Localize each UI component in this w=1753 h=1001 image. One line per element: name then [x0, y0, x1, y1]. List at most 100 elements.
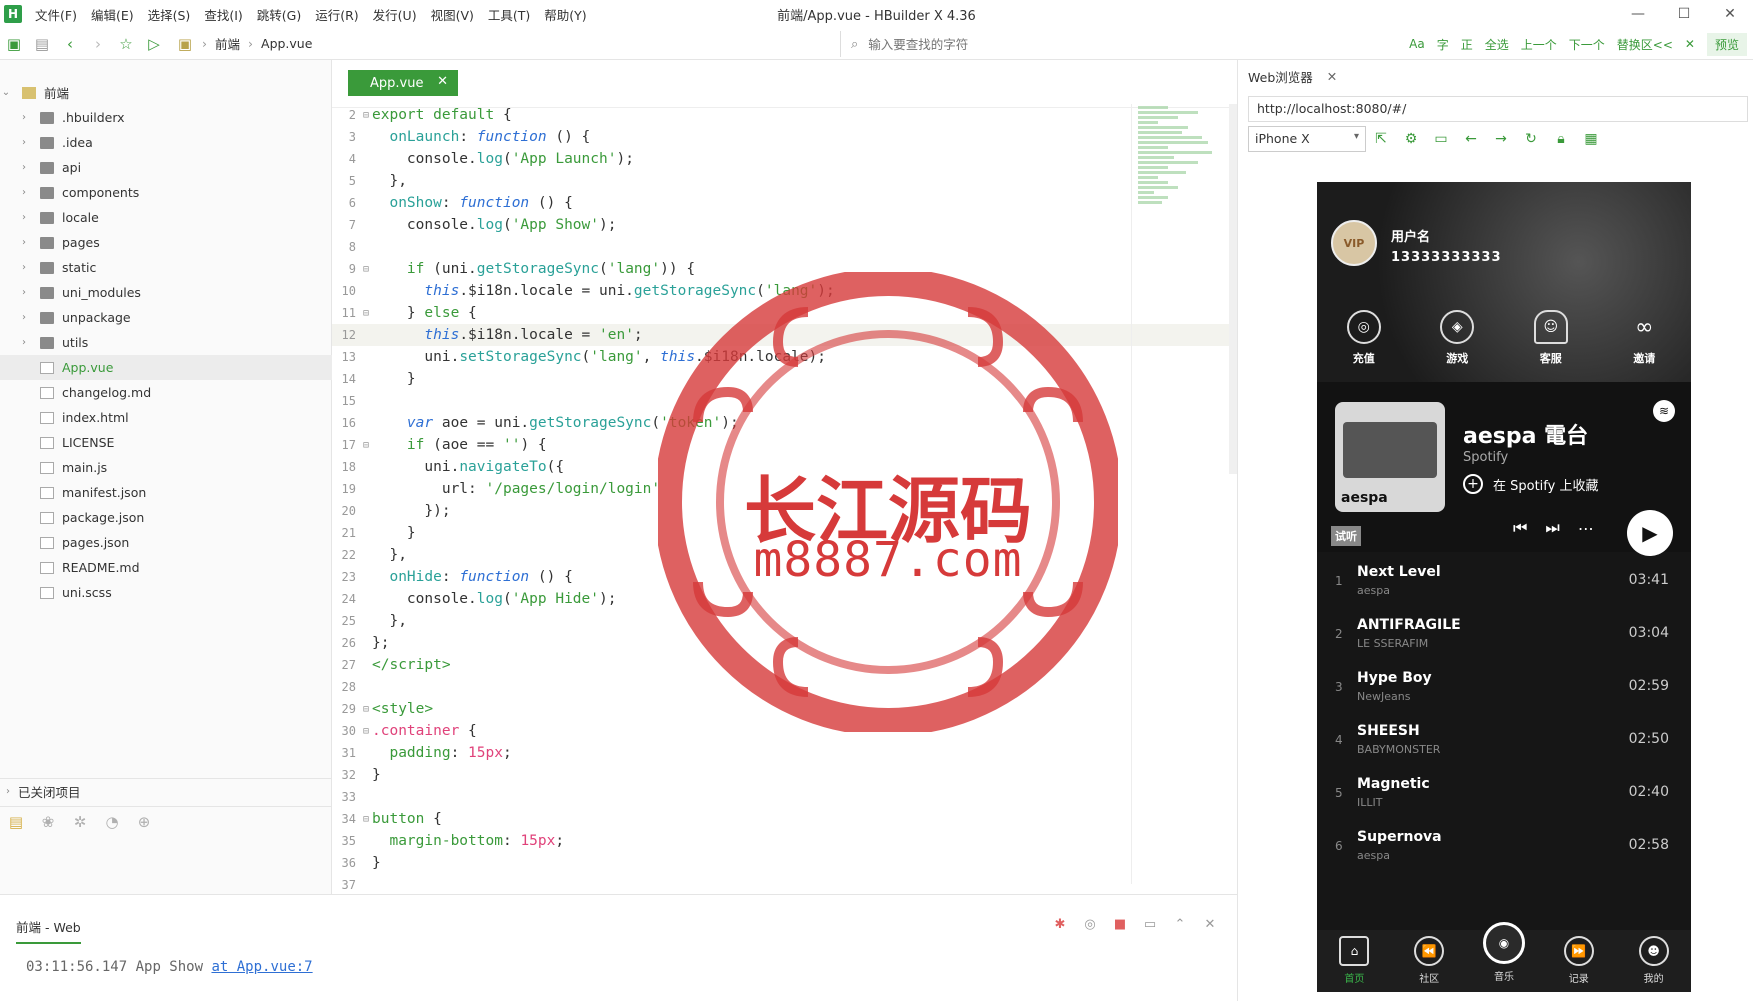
fold-toggle-icon[interactable]: ⊟: [360, 110, 372, 121]
code-line[interactable]: 27 </script>: [332, 654, 1237, 676]
tree-folder[interactable]: › pages: [0, 230, 332, 255]
minimap[interactable]: [1131, 104, 1237, 884]
explorer-icon[interactable]: ▤: [0, 813, 32, 831]
menu-edit[interactable]: 编辑(E): [84, 5, 141, 24]
menu-file[interactable]: 文件(F): [28, 5, 84, 24]
tab-app-vue[interactable]: App.vue ✕: [348, 70, 458, 96]
bug-icon[interactable]: ✱: [1045, 917, 1075, 932]
tab-records[interactable]: ⏩ 记录: [1549, 930, 1609, 992]
tree-file[interactable]: README.md: [0, 555, 332, 580]
tree-file[interactable]: package.json: [0, 505, 332, 530]
menu-select[interactable]: 选择(S): [141, 5, 198, 24]
find-close[interactable]: ✕: [1679, 37, 1701, 51]
menu-help[interactable]: 帮助(Y): [537, 5, 593, 24]
tree-file[interactable]: LICENSE: [0, 430, 332, 455]
tree-folder[interactable]: › .hbuilderx: [0, 105, 332, 130]
minimize-button[interactable]: —: [1615, 0, 1661, 28]
debug-icon[interactable]: ✲: [64, 813, 96, 831]
code-line[interactable]: 9 ⊟ if (uni.getStorageSync('lang')) {: [332, 258, 1237, 280]
code-line[interactable]: 30 ⊟ .container {: [332, 720, 1237, 742]
tab-music[interactable]: ◉ 音乐: [1474, 922, 1534, 992]
fold-toggle-icon[interactable]: ⊟: [360, 264, 372, 275]
track-row[interactable]: 2 ANTIFRAGILE LE SSERAFIM 03:04: [1317, 605, 1691, 658]
quick-recharge[interactable]: ◎ 充值: [1334, 310, 1394, 366]
find-option-regex[interactable]: 正: [1455, 36, 1479, 53]
tree-file[interactable]: uni.scss: [0, 580, 332, 605]
code-line[interactable]: 26};: [332, 632, 1237, 654]
plugin-icon[interactable]: ❀: [32, 813, 64, 831]
code-line[interactable]: 2 ⊟ export default {: [332, 104, 1237, 126]
close-tab-icon[interactable]: ✕: [437, 74, 448, 89]
tab-home[interactable]: ⌂ 首页: [1324, 930, 1384, 992]
maximize-button[interactable]: ☐: [1661, 0, 1707, 28]
code-line[interactable]: 6 onShow: function () {: [332, 192, 1237, 214]
close-button[interactable]: ✕: [1707, 0, 1753, 28]
code-line[interactable]: 31 padding: 15px;: [332, 742, 1237, 764]
tree-folder[interactable]: › uni_modules: [0, 280, 332, 305]
tab-community[interactable]: ⏪ 社区: [1399, 930, 1459, 992]
code-line[interactable]: 11 ⊟ } else {: [332, 302, 1237, 324]
quick-invite[interactable]: ∞ 邀请: [1614, 310, 1674, 366]
find-replace-toggle[interactable]: 替换区<<: [1611, 36, 1679, 53]
forward-icon[interactable]: ›: [84, 30, 112, 58]
avatar[interactable]: VIP: [1331, 220, 1377, 266]
devtools-icon[interactable]: ▭: [1426, 131, 1456, 147]
star-icon[interactable]: ☆: [112, 30, 140, 58]
track-row[interactable]: 4 SHEESH BABYMONSTER 02:50: [1317, 711, 1691, 764]
code-line[interactable]: 8: [332, 236, 1237, 258]
browser-tab[interactable]: Web浏览器 ✕: [1248, 64, 1337, 88]
qrcode-icon[interactable]: ▦: [1576, 131, 1606, 147]
tree-file[interactable]: App.vue: [0, 355, 332, 380]
collapse-icon[interactable]: ⌃: [1165, 917, 1195, 932]
save-icon[interactable]: ▤: [28, 30, 56, 58]
git-icon[interactable]: ◔: [96, 813, 128, 831]
code-line[interactable]: 19 url: '/pages/login/login': [332, 478, 1237, 500]
device-select[interactable]: iPhone X: [1248, 126, 1366, 152]
find-select-all[interactable]: 全选: [1479, 36, 1515, 53]
project-root[interactable]: ⌄ 前端: [0, 80, 332, 105]
track-row[interactable]: 6 Supernova aespa 02:58: [1317, 817, 1691, 870]
find-option-case[interactable]: Aa: [1403, 37, 1431, 51]
fold-toggle-icon[interactable]: ⊟: [360, 308, 372, 319]
code-line[interactable]: 15: [332, 390, 1237, 412]
tree-file[interactable]: index.html: [0, 405, 332, 430]
play-button[interactable]: ▶: [1627, 510, 1673, 556]
menu-run[interactable]: 运行(R): [308, 5, 365, 24]
more-icon[interactable]: ⋯: [1578, 519, 1594, 538]
fold-toggle-icon[interactable]: ⊟: [360, 726, 372, 737]
open-external-icon[interactable]: ⇱: [1366, 131, 1396, 147]
code-line[interactable]: 13 uni.setStorageSync('lang', this.$i18n…: [332, 346, 1237, 368]
close-browser-icon[interactable]: ✕: [1327, 69, 1337, 84]
code-line[interactable]: 36}: [332, 852, 1237, 874]
code-line[interactable]: 37: [332, 874, 1237, 896]
code-line[interactable]: 12 this.$i18n.locale = 'en';: [332, 324, 1237, 346]
preview-button[interactable]: 预览: [1706, 32, 1747, 56]
url-bar[interactable]: http://localhost:8080/#/: [1248, 96, 1748, 122]
editor-scrollbar[interactable]: [1229, 104, 1237, 474]
code-line[interactable]: 28: [332, 676, 1237, 698]
code-line[interactable]: 33: [332, 786, 1237, 808]
menu-view[interactable]: 视图(V): [424, 5, 481, 24]
tab-profile[interactable]: ☻ 我的: [1624, 930, 1684, 992]
code-line[interactable]: 14 }: [332, 368, 1237, 390]
code-line[interactable]: 21 }: [332, 522, 1237, 544]
cloud-icon[interactable]: ⊕: [128, 813, 160, 831]
refresh-icon[interactable]: ↻: [1516, 131, 1546, 147]
replay-icon[interactable]: ◎: [1075, 917, 1105, 932]
back-icon[interactable]: ←: [1456, 131, 1486, 147]
previous-icon[interactable]: ⏮: [1513, 518, 1527, 538]
fold-toggle-icon[interactable]: ⊟: [360, 440, 372, 451]
code-line[interactable]: 32}: [332, 764, 1237, 786]
code-line[interactable]: 10 this.$i18n.locale = uni.getStorageSyn…: [332, 280, 1237, 302]
code-line[interactable]: 16 var aoe = uni.getStorageSync('token')…: [332, 412, 1237, 434]
closed-projects[interactable]: › 已关闭项目: [0, 778, 332, 804]
code-line[interactable]: 35 margin-bottom: 15px;: [332, 830, 1237, 852]
new-file-icon[interactable]: ▣: [0, 30, 28, 58]
quick-game[interactable]: ◈ 游戏: [1427, 310, 1487, 366]
tree-file[interactable]: main.js: [0, 455, 332, 480]
stop-icon[interactable]: ■: [1105, 917, 1135, 932]
forward-icon[interactable]: →: [1486, 131, 1516, 147]
settings-icon[interactable]: ⚙: [1396, 131, 1426, 147]
menu-find[interactable]: 查找(I): [197, 5, 249, 24]
spotify-icon[interactable]: ≋: [1653, 400, 1675, 422]
